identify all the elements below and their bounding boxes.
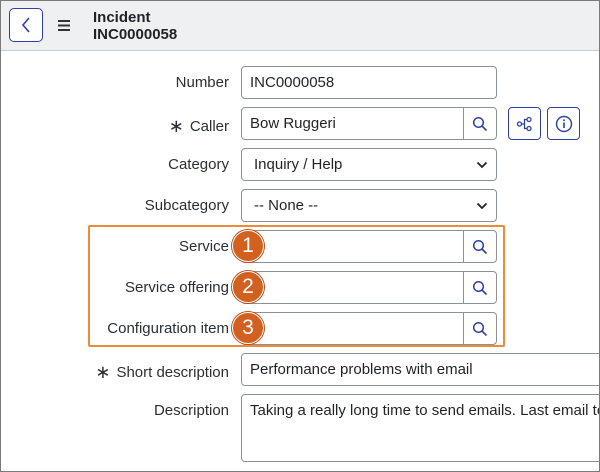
info-button[interactable] (547, 107, 580, 140)
configuration-item-lookup-button[interactable] (463, 313, 496, 344)
description-label: Description (153, 402, 229, 419)
form-header: Incident INC0000058 (1, 1, 599, 51)
record-title: Incident INC0000058 (93, 9, 177, 43)
form-frame: Incident INC0000058 Number INC0000058 ∗ C… (0, 0, 600, 472)
category-value: Inquiry / Help (254, 156, 343, 173)
caller-value: Bow Ruggeri (250, 115, 336, 132)
search-icon (472, 280, 488, 295)
info-icon (555, 115, 572, 132)
record-number: INC0000058 (93, 26, 178, 43)
number-field[interactable]: INC0000058 (241, 66, 497, 99)
short-description-label-text: Short description (116, 364, 229, 381)
required-mark: ∗ (168, 116, 184, 136)
callout-badge-1: 1 (232, 230, 264, 262)
subcategory-label: Subcategory (144, 197, 229, 214)
back-button[interactable] (9, 8, 43, 42)
search-icon (472, 321, 488, 336)
chevron-down-icon (476, 161, 488, 169)
number-label: Number (175, 74, 229, 91)
caller-lookup-button[interactable] (463, 108, 496, 139)
short-description-field[interactable]: Performance problems with email (241, 353, 599, 386)
configuration-item-field[interactable] (241, 312, 497, 345)
category-select[interactable]: Inquiry / Help (241, 148, 497, 181)
service-lookup-button[interactable] (463, 231, 496, 262)
required-mark: ∗ (95, 362, 111, 382)
service-offering-label: Service offering (125, 279, 229, 296)
tree-structure-icon (516, 116, 532, 131)
callout-badge-2: 2 (232, 271, 264, 303)
subcategory-select[interactable]: -- None -- (241, 189, 497, 222)
service-offering-field[interactable] (241, 271, 497, 304)
dependency-map-button[interactable] (508, 107, 541, 140)
caller-label-text: Caller (189, 118, 229, 135)
caller-label: ∗ Caller (169, 115, 229, 136)
search-icon (472, 116, 488, 131)
service-offering-lookup-button[interactable] (463, 272, 496, 303)
description-value: Taking a really long time to send emails… (250, 402, 600, 419)
subcategory-value: -- None -- (254, 197, 319, 214)
chevron-left-icon (21, 17, 30, 33)
short-description-value: Performance problems with email (250, 361, 473, 378)
category-label: Category (168, 156, 229, 173)
caller-field[interactable]: Bow Ruggeri (241, 107, 497, 140)
service-field[interactable] (241, 230, 497, 263)
callout-badge-3: 3 (232, 312, 264, 344)
service-label: Service (178, 238, 229, 255)
record-table-name: Incident (93, 9, 151, 26)
description-textarea[interactable]: Taking a really long time to send emails… (241, 394, 600, 462)
hamburger-menu-icon[interactable] (56, 16, 72, 34)
search-icon (472, 239, 488, 254)
short-description-label: ∗ Short description (95, 361, 229, 382)
chevron-down-icon (476, 202, 488, 210)
number-value: INC0000058 (250, 74, 335, 91)
configuration-item-label: Configuration item (107, 320, 229, 337)
